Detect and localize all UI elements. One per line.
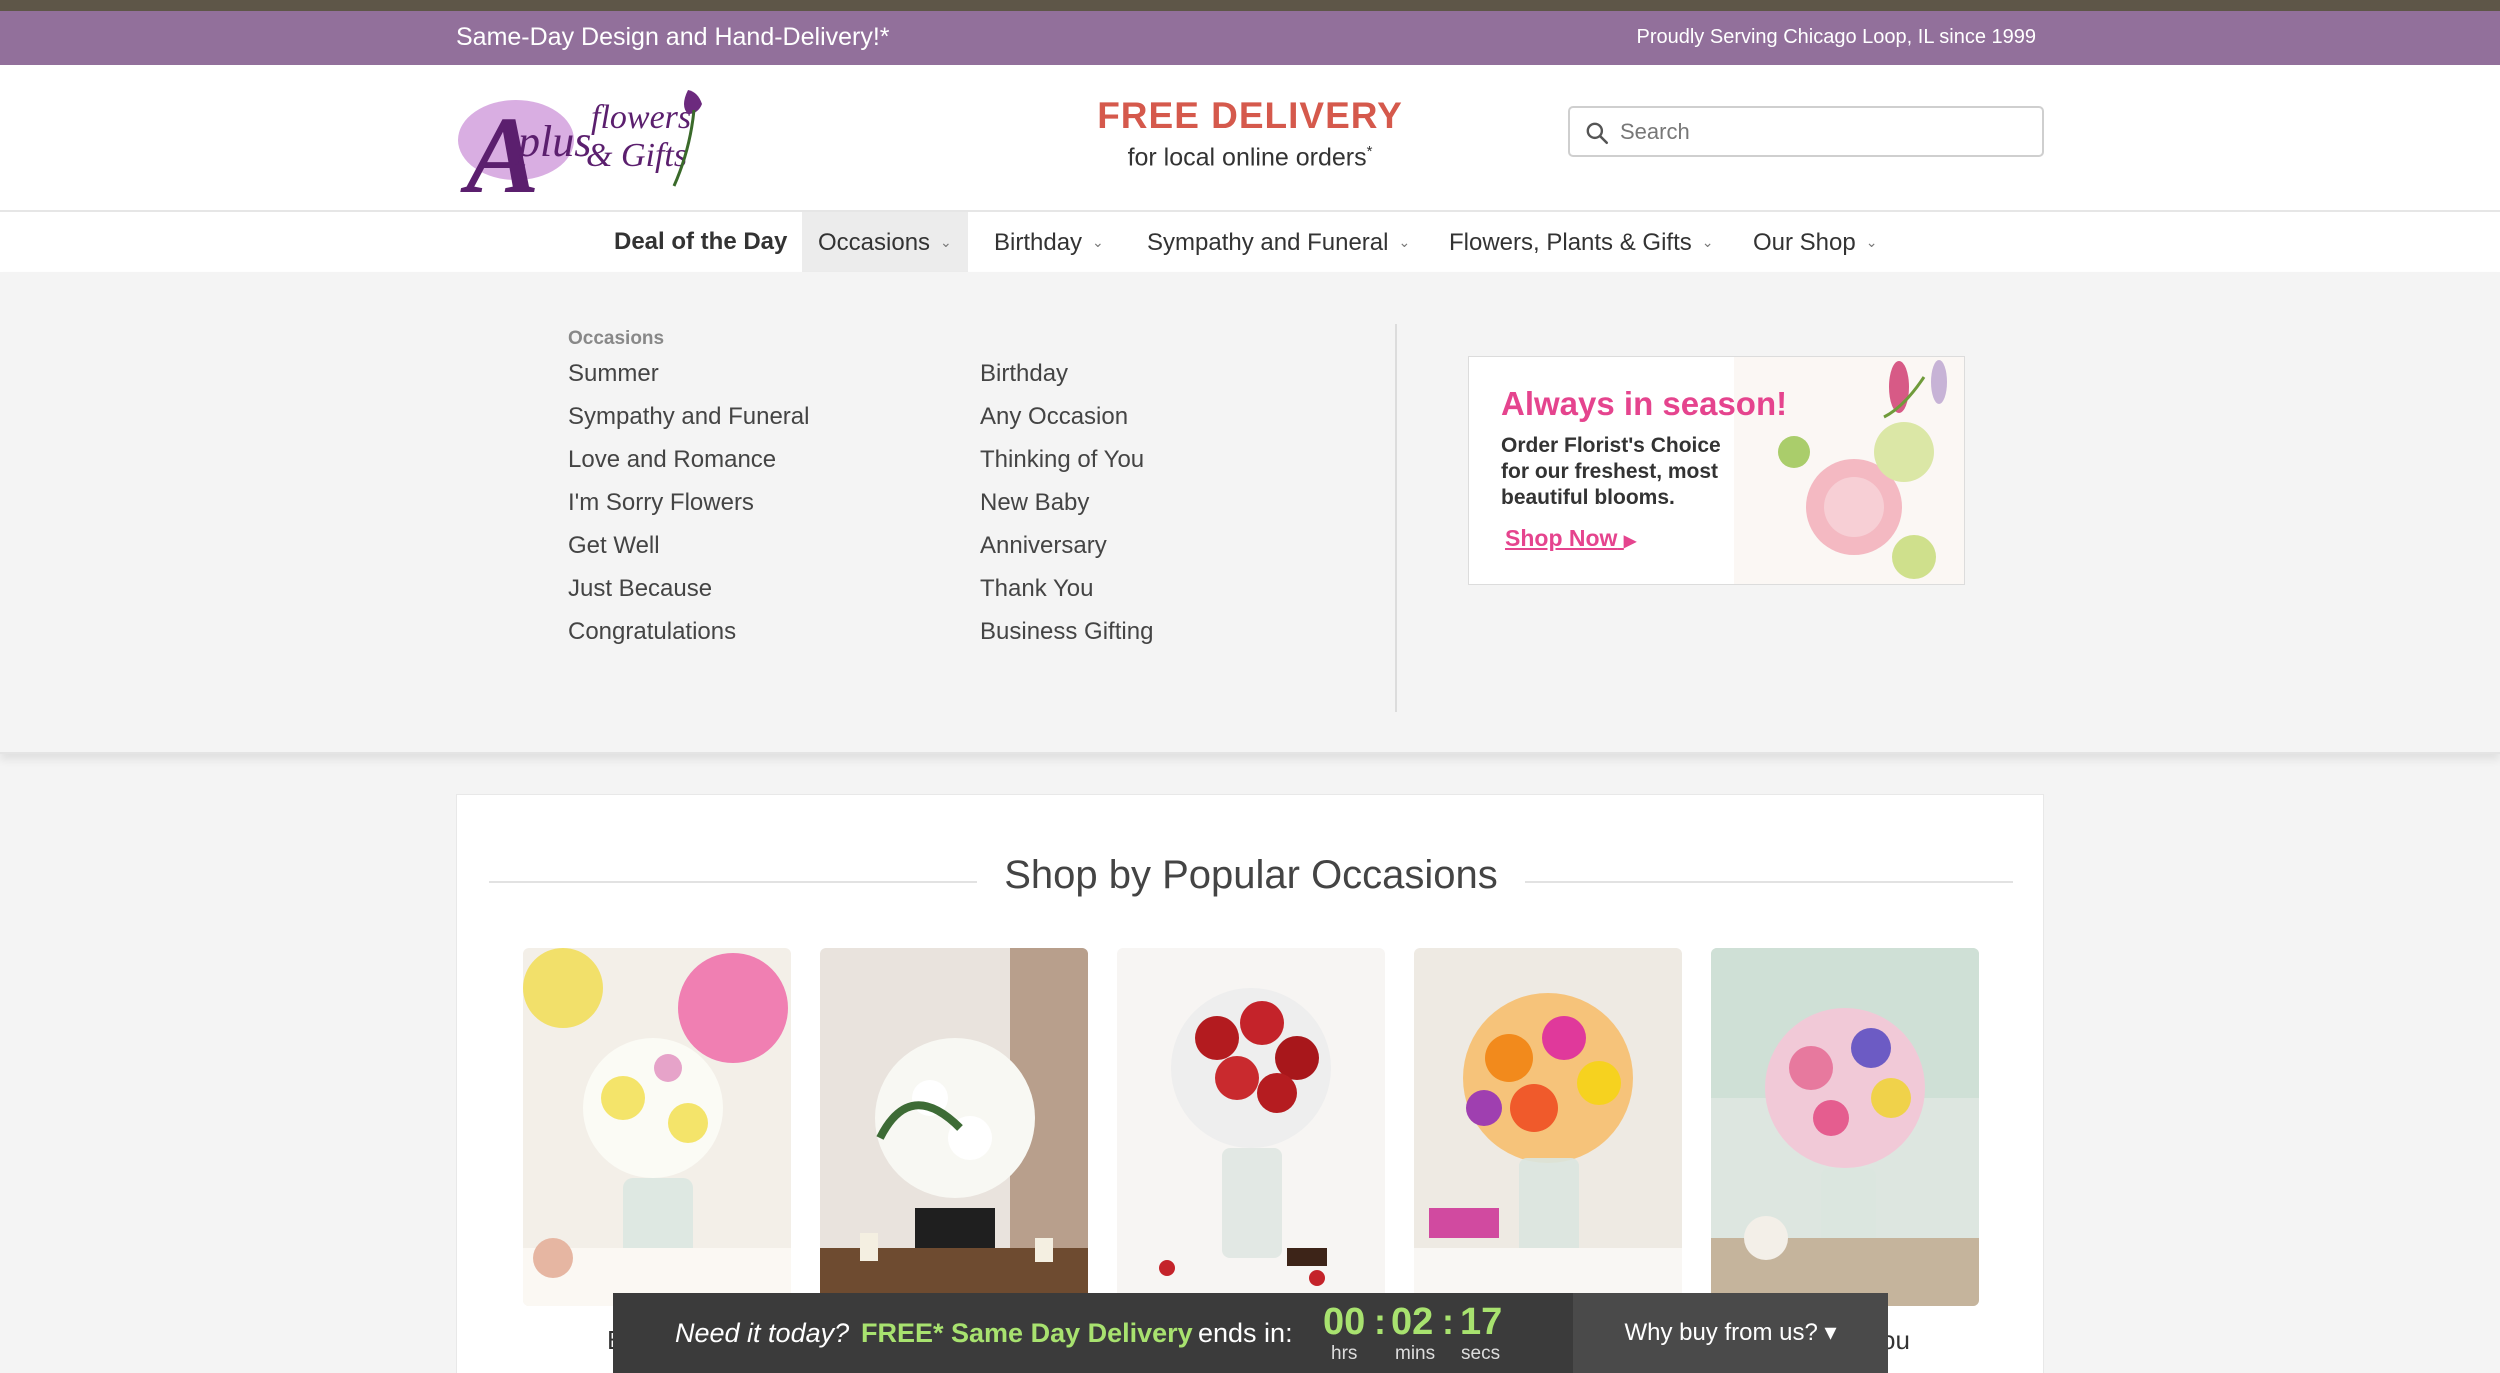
birthday-bouquet-image <box>523 948 791 1306</box>
mega-menu-heading: Occasions <box>568 328 665 349</box>
florists-choice-promo[interactable]: Always in season! Order Florist's Choice… <box>1468 356 1965 585</box>
countdown-colon: : <box>1442 1301 1454 1342</box>
mega-menu-divider <box>1395 324 1397 712</box>
menu-link[interactable]: Anniversary <box>980 532 1153 575</box>
nav-deal-of-the-day[interactable]: Deal of the Day <box>598 212 803 272</box>
shop-now-link[interactable]: Shop Now ▶ <box>1505 525 1636 552</box>
menu-link[interactable]: Business Gifting <box>980 618 1153 661</box>
chevron-down-icon: ⌄ <box>1865 234 1878 250</box>
need-it-today-text: Need it today? <box>675 1318 850 1348</box>
search-icon <box>1586 122 1609 145</box>
mega-menu-column-2: Birthday Any Occasion Thinking of You Ne… <box>980 360 1153 661</box>
popular-occasions-section: Shop by Popular Occasions ou <box>456 794 2044 1373</box>
colorful-bouquet-image <box>1414 948 1682 1306</box>
promo-bar: Same-Day Design and Hand-Delivery!* Prou… <box>0 11 2500 65</box>
occasions-mega-menu: Occasions Summer Sympathy and Funeral Lo… <box>0 272 2500 754</box>
menu-link[interactable]: Birthday <box>980 360 1153 403</box>
countdown-hours: 00 <box>1323 1301 1366 1343</box>
mega-menu-column-1: Summer Sympathy and Funeral Love and Rom… <box>568 360 809 661</box>
nav-sympathy-funeral[interactable]: Sympathy and Funeral ⌄ <box>1131 212 1426 272</box>
red-roses-image <box>1117 948 1385 1306</box>
minutes-label: mins <box>1395 1343 1436 1364</box>
sympathy-arrangement-image <box>820 948 1088 1306</box>
seconds-label: secs <box>1461 1343 1501 1364</box>
serving-since-text: Proudly Serving Chicago Loop, IL since 1… <box>1636 26 2036 48</box>
menu-link[interactable]: Thinking of You <box>980 446 1153 489</box>
countdown-colon: : <box>1374 1301 1386 1342</box>
shop-logo[interactable]: A plus flowers & Gifts <box>456 80 722 216</box>
menu-link[interactable]: Just Because <box>568 575 809 618</box>
hours-label: hrs <box>1331 1343 1358 1364</box>
nav-occasions[interactable]: Occasions ⌄ <box>802 212 968 272</box>
free-delivery-banner: FREE DELIVERY for local online orders* <box>1000 95 1500 172</box>
menu-link[interactable]: Thank You <box>980 575 1153 618</box>
menu-link[interactable]: Sympathy and Funeral <box>568 403 809 446</box>
nav-birthday[interactable]: Birthday ⌄ <box>978 212 1120 272</box>
menu-link[interactable]: Any Occasion <box>980 403 1153 446</box>
lily-bouquet-image <box>1711 948 1979 1306</box>
main-nav: Deal of the Day Occasions ⌄ Birthday ⌄ Sym… <box>0 212 2500 272</box>
search-box[interactable] <box>1568 106 2044 157</box>
nav-flowers-plants-gifts[interactable]: Flowers, Plants & Gifts ⌄ <box>1433 212 1729 272</box>
occasion-tile-sympathy[interactable] <box>820 948 1088 1306</box>
menu-link[interactable]: I'm Sorry Flowers <box>568 489 809 532</box>
svg-text:& Gifts: & Gifts <box>586 137 687 174</box>
top-accent-line <box>0 0 2500 11</box>
menu-link[interactable]: New Baby <box>980 489 1153 532</box>
free-same-day-text: FREE* Same Day Delivery <box>861 1318 1193 1348</box>
menu-link[interactable]: Get Well <box>568 532 809 575</box>
nav-our-shop[interactable]: Our Shop ⌄ <box>1737 212 1893 272</box>
promo-title: Always in season! <box>1501 385 1788 422</box>
menu-link[interactable]: Love and Romance <box>568 446 809 489</box>
svg-text:flowers: flowers <box>591 99 691 136</box>
occasion-tile-birthday[interactable] <box>523 948 791 1306</box>
same-day-promo: Same-Day Design and Hand-Delivery!* <box>456 23 890 51</box>
chevron-down-icon: ⌄ <box>1398 234 1411 250</box>
menu-link[interactable]: Summer <box>568 360 809 403</box>
search-input[interactable] <box>1620 116 2020 148</box>
chevron-down-icon: ⌄ <box>1701 234 1714 250</box>
menu-link[interactable]: Congratulations <box>568 618 809 661</box>
occasion-tile-love-romance[interactable] <box>1117 948 1385 1306</box>
why-buy-from-us-button[interactable]: Why buy from us? ▾ <box>1573 1293 1888 1373</box>
chevron-down-icon: ⌄ <box>1092 234 1104 250</box>
countdown-minutes: 02 <box>1391 1301 1434 1343</box>
occasion-tile-just-because[interactable] <box>1414 948 1682 1306</box>
promo-body: Order Florist's Choice for our freshest,… <box>1501 434 1721 509</box>
same-day-countdown-bar: Need it today? FREE* Same Day Delivery e… <box>613 1293 1888 1373</box>
ends-in-text: ends in: <box>1198 1318 1293 1348</box>
free-delivery-title: FREE DELIVERY <box>1097 95 1403 136</box>
caret-right-icon: ▶ <box>1623 533 1637 550</box>
svg-text:plus: plus <box>515 117 591 166</box>
free-delivery-subtitle: for local online orders* <box>1127 143 1373 172</box>
countdown-seconds: 17 <box>1460 1301 1503 1343</box>
chevron-down-icon: ⌄ <box>940 234 952 250</box>
site-header: A plus flowers & Gifts FREE DELIVERY for… <box>0 65 2500 216</box>
section-title: Shop by Popular Occasions <box>457 853 2045 898</box>
occasion-tile-thinking-of-you[interactable] <box>1711 948 1979 1306</box>
